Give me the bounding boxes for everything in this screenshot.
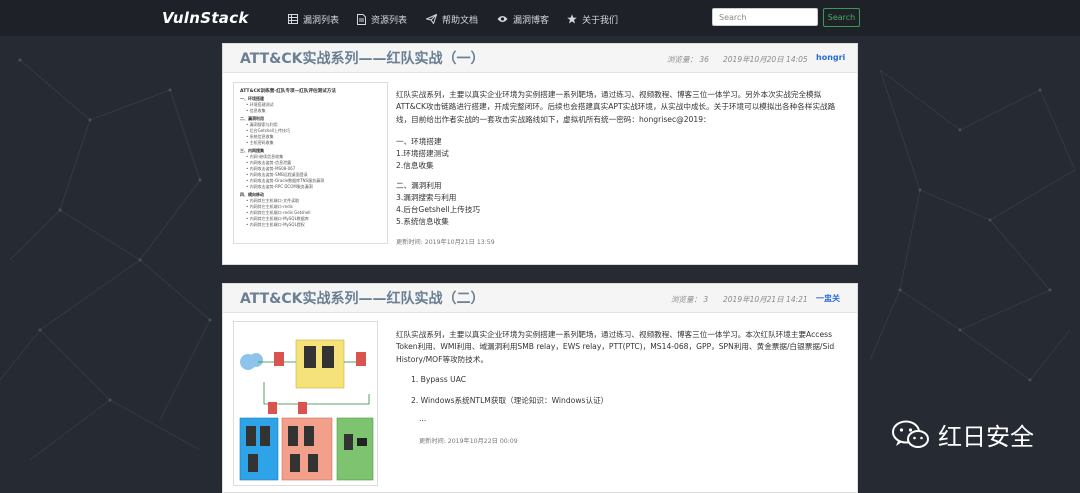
nav-item-vuln-list[interactable]: 漏洞列表 (288, 12, 339, 26)
post-thumbnail[interactable] (233, 321, 378, 486)
server-icon (304, 346, 316, 368)
search-input[interactable] (712, 8, 818, 26)
thumbnail-line: • 主机密码收集 (246, 140, 274, 145)
table-icon (288, 14, 298, 24)
firewall-icon (274, 352, 284, 366)
search-button[interactable]: Search (823, 8, 860, 27)
nav-item-about-us[interactable]: 关于我们 (567, 12, 618, 26)
outline-item: 2. Windows系统NTLM获取（理论知识：Windows认证） (411, 396, 609, 405)
post-views: 浏览量： 3 (671, 295, 709, 304)
dmz-zone (295, 339, 345, 389)
nav-item-label: 帮助文档 (442, 15, 479, 26)
internal-zone-blue (239, 417, 279, 481)
server-icon (322, 346, 334, 368)
paper-plane-icon (426, 14, 437, 24)
outline-item: 3.漏洞搜索与利用 (396, 193, 457, 202)
network-topology-diagram (239, 339, 374, 481)
outline-item: 二、漏洞利用 (396, 181, 442, 190)
post-thumbnail[interactable]: ATT&CK训练营-红队专项—红队评估测试方法 一、环境搭建 • 环境搭建测试 … (233, 82, 388, 244)
star-icon (567, 14, 577, 24)
nav-item-label: 漏洞列表 (303, 15, 340, 26)
outline-item: 1.环境搭建测试 (396, 149, 449, 158)
post-author[interactable]: hongri (816, 53, 845, 62)
post-title[interactable]: ATT&CK实战系列——红队实战（一） (240, 48, 485, 68)
thumbnail-title: ATT&CK训练营-红队专项—红队评估测试方法 (240, 89, 336, 94)
post-updated-time: 更新时间: 2019年10月22日 00:09 (419, 438, 518, 445)
post-card: ATT&CK实战系列——红队实战（一） 浏览量： 36 2019年10月20日 … (222, 43, 858, 265)
eye-icon (497, 16, 508, 22)
post-author[interactable]: 一盅关 (816, 293, 840, 304)
nav-item-help-docs[interactable]: 帮助文档 (426, 12, 478, 26)
firewall-icon (298, 402, 307, 414)
file-icon (357, 13, 366, 25)
outline-item: 一、环境搭建 (396, 137, 442, 146)
post-date: 2019年10月21日 14:21 (723, 295, 808, 304)
firewall-icon (356, 352, 366, 366)
wechat-icon (892, 420, 929, 448)
post-updated-time: 更新时间: 2019年10月21日 13:59 (396, 239, 495, 246)
thumbnail-line: • 内网其它主机端口-MySQL提权 (246, 222, 305, 227)
outline-item: 2.信息收集 (396, 161, 434, 170)
post-card-header: ATT&CK实战系列——红队实战（一） 浏览量： 36 2019年10月20日 … (223, 44, 857, 73)
post-title[interactable]: ATT&CK实战系列——红队实战（二） (240, 288, 485, 308)
post-card: ATT&CK实战系列——红队实战（二） 浏览量： 3 2019年10月21日 1… (222, 283, 858, 493)
firewall-icon (268, 402, 277, 414)
internal-zone-green (336, 417, 374, 481)
post-card-header: ATT&CK实战系列——红队实战（二） 浏览量： 3 2019年10月21日 1… (223, 284, 857, 313)
outline-item: 1. Bypass UAC (411, 375, 467, 384)
brand-logo[interactable]: VulnStack (162, 9, 249, 27)
post-views: 浏览量： 36 (667, 55, 709, 64)
nav-item-vuln-blog[interactable]: 漏洞博客 (497, 12, 549, 26)
nav-item-label: 漏洞博客 (513, 15, 550, 26)
thumbnail-line: • 信息收集 (246, 108, 266, 113)
nav-item-label: 资源列表 (371, 15, 408, 26)
nav-item-label: 关于我们 (582, 15, 619, 26)
outline-item: 4.后台Getshell上传技巧 (396, 205, 481, 214)
outline-item: 5.系统信息收集 (396, 217, 449, 226)
nav-item-resource-list[interactable]: 资源列表 (357, 12, 407, 26)
post-description: 红队实战系列，主要以真实企业环境为实例搭建一系列靶场，通过练习、视频教程、博客三… (396, 90, 836, 124)
top-navbar: VulnStack 漏洞列表 资源列表 帮助文档 漏洞博客 关于我们 Searc… (0, 0, 1080, 36)
post-date: 2019年10月20日 14:05 (723, 55, 808, 64)
thumbnail-line: • 内网攻击姿势-RPC DCOM服务漏洞 (246, 184, 313, 189)
outline-item: ... (419, 414, 427, 423)
watermark-text: 红日安全 (938, 423, 1034, 451)
post-description: 红队实战系列，主要以真实企业环境为实例搭建一系列靶场，通过练习、视频教程、博客三… (396, 330, 835, 364)
wechat-watermark: 红日安全 (892, 417, 1034, 452)
